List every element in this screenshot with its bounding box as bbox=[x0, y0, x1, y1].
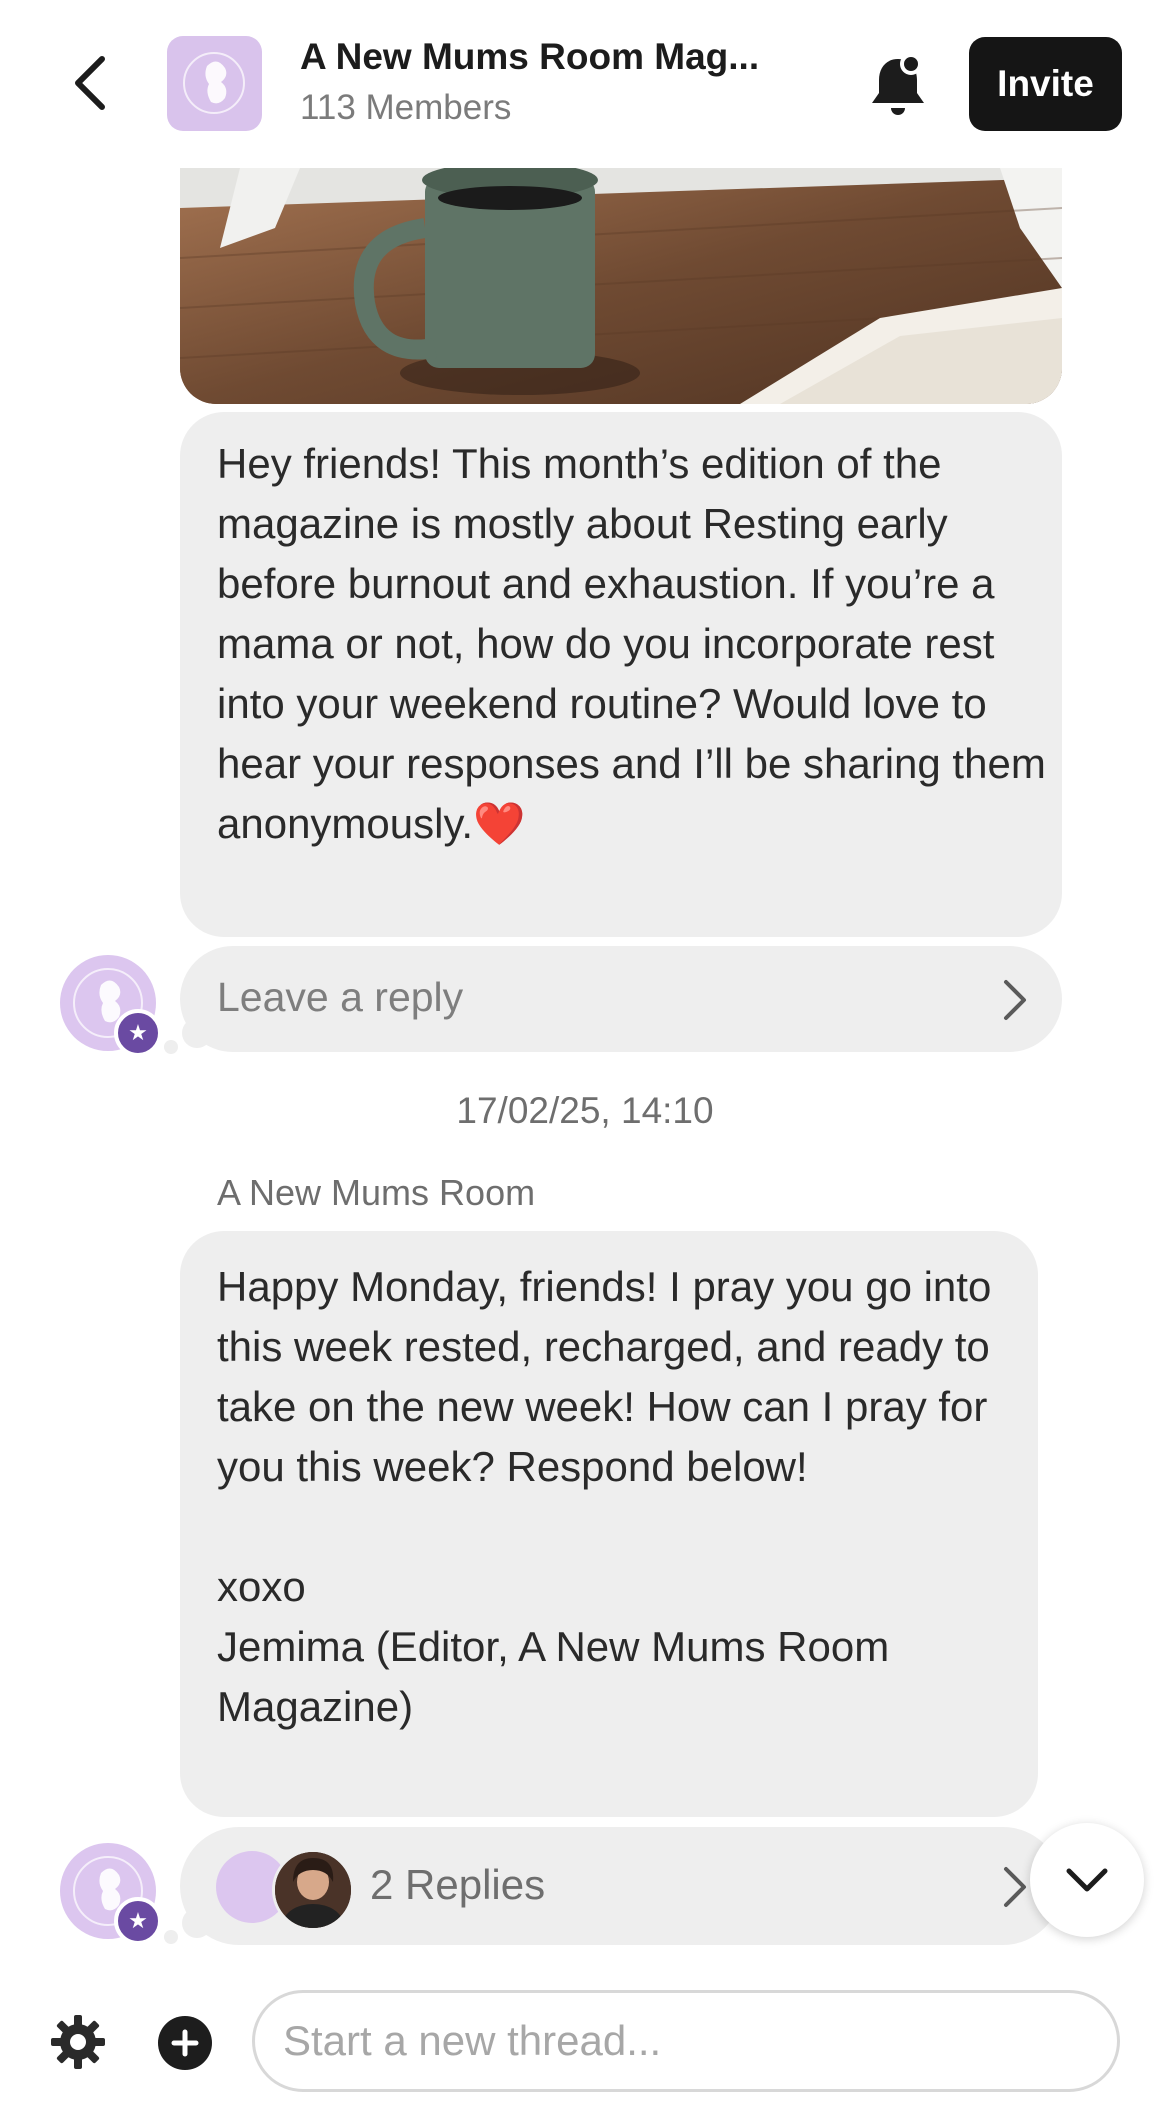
mother-silhouette-logo bbox=[183, 52, 245, 114]
message-bubble[interactable]: Happy Monday, friends! I pray you go int… bbox=[180, 1231, 1038, 1817]
new-thread-input[interactable] bbox=[252, 1990, 1120, 2092]
group-avatar[interactable] bbox=[167, 36, 262, 131]
scroll-to-bottom-button[interactable] bbox=[1030, 1823, 1144, 1937]
leave-reply-label: Leave a reply bbox=[217, 974, 464, 1020]
author-avatar[interactable]: ★ bbox=[60, 955, 162, 1057]
chevron-left-icon bbox=[75, 56, 105, 110]
view-replies-button[interactable]: 2 Replies bbox=[180, 1827, 1062, 1945]
replier-avatar bbox=[272, 1849, 354, 1931]
admin-star-badge: ★ bbox=[114, 1009, 162, 1057]
author-avatar[interactable]: ★ bbox=[60, 1843, 162, 1945]
add-button[interactable] bbox=[158, 2016, 212, 2070]
post-image[interactable] bbox=[180, 168, 1062, 404]
replies-count-label: 2 Replies bbox=[370, 1861, 546, 1908]
plus-circle-icon bbox=[171, 2029, 199, 2057]
notifications-button[interactable] bbox=[858, 46, 938, 126]
group-title[interactable]: A New Mums Room Mag... bbox=[300, 36, 800, 78]
sender-name: A New Mums Room bbox=[217, 1172, 536, 1213]
bell-icon bbox=[872, 53, 924, 115]
chevron-right-icon bbox=[1004, 980, 1026, 1020]
message-text: Happy Monday, friends! I pray you go int… bbox=[217, 1263, 992, 1730]
bubble-tail bbox=[164, 1040, 178, 1054]
person-photo bbox=[275, 1852, 351, 1928]
chevron-right-icon bbox=[1004, 1867, 1026, 1907]
settings-button[interactable] bbox=[46, 2010, 110, 2074]
message-timestamp: 17/02/25, 14:10 bbox=[456, 1090, 714, 1131]
chevron-down-icon bbox=[1066, 1868, 1108, 1892]
gear-icon bbox=[51, 2015, 105, 2069]
message-bubble[interactable]: Hey friends! This month’s edition of the… bbox=[180, 412, 1062, 937]
invite-button[interactable]: Invite bbox=[969, 37, 1122, 131]
coffee-mug-photo bbox=[180, 168, 1062, 404]
member-count[interactable]: 113 Members bbox=[300, 88, 511, 128]
bubble-tail bbox=[164, 1930, 178, 1944]
heart-emoji: ❤️ bbox=[473, 800, 526, 847]
admin-star-badge: ★ bbox=[114, 1897, 162, 1945]
chat-header: A New Mums Room Mag... 113 Members Invit… bbox=[0, 0, 1170, 165]
leave-reply-button[interactable]: Leave a reply bbox=[180, 946, 1062, 1052]
message-text: Hey friends! This month’s edition of the… bbox=[217, 440, 1058, 847]
back-button[interactable] bbox=[60, 48, 120, 118]
